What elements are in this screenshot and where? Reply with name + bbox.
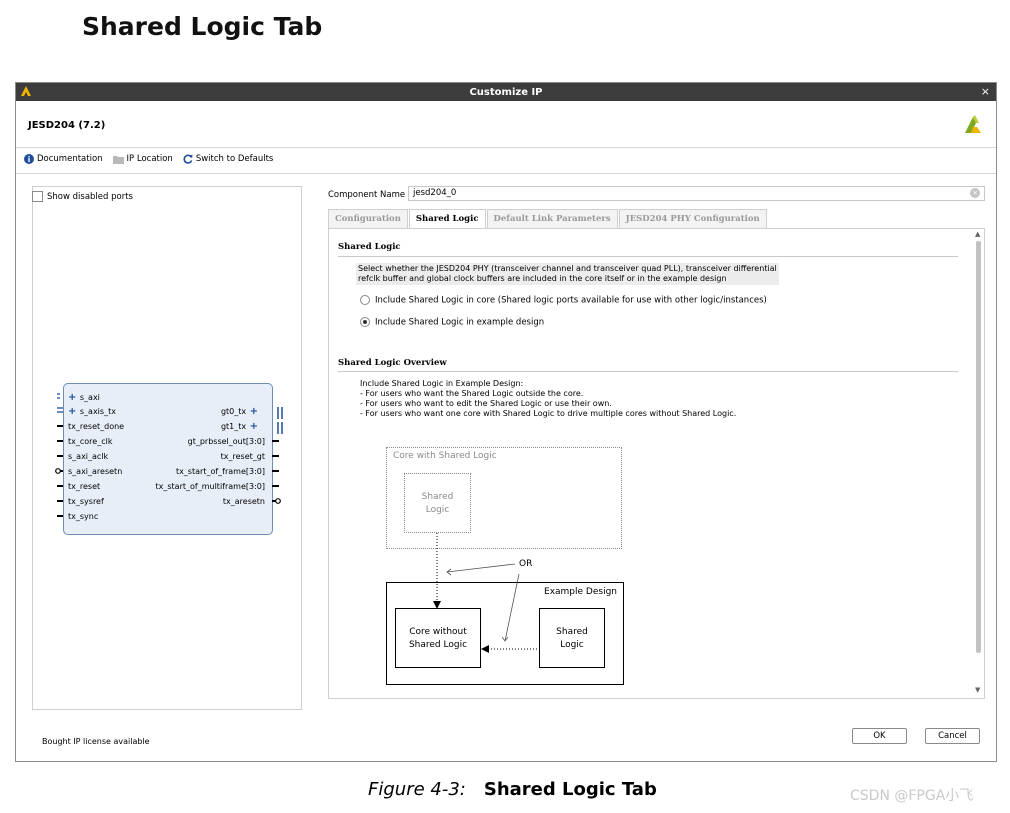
ip-name: JESD204 (7.2) <box>28 120 106 131</box>
shared-logic-content: Shared Logic Select whether the JESD204 … <box>328 228 985 699</box>
documentation-label: Documentation <box>37 154 103 164</box>
watermark: CSDN @FPGA小飞 <box>850 788 974 804</box>
divider <box>16 173 996 174</box>
switch-defaults-label: Switch to Defaults <box>195 154 274 164</box>
cancel-button[interactable]: Cancel <box>925 728 980 744</box>
documentation-link[interactable]: Documentation <box>24 154 103 164</box>
checkbox-box[interactable] <box>32 191 43 202</box>
diagram-arrows <box>433 533 537 653</box>
figure-caption-text: Shared Logic Tab <box>483 779 657 800</box>
info-icon <box>24 154 34 164</box>
ok-button[interactable]: OK <box>852 728 907 744</box>
scrollbar-thumb[interactable] <box>976 241 981 653</box>
port-stubs <box>55 393 283 517</box>
figure-label: Figure 4-3: <box>368 779 466 800</box>
title-bar: Customize IP × <box>16 83 996 101</box>
toolbar: Documentation IP Location Switch to Defa… <box>24 154 273 164</box>
close-icon[interactable]: × <box>981 85 990 98</box>
tab-default-link-parameters[interactable]: Default Link Parameters <box>486 209 618 230</box>
folder-icon <box>112 155 124 164</box>
divider <box>16 147 996 148</box>
vivado-brand-icon <box>962 113 984 139</box>
tab-bar: Configuration Shared Logic Default Link … <box>328 209 768 230</box>
window-title: Customize IP <box>469 86 543 98</box>
vivado-logo-icon <box>20 85 32 100</box>
tab-configuration[interactable]: Configuration <box>328 209 408 230</box>
show-disabled-ports-label: Show disabled ports <box>47 192 133 202</box>
license-status: Bought IP license available <box>42 737 150 746</box>
customize-ip-window: Customize IP × JESD204 (7.2) Documentati… <box>15 82 997 762</box>
tab-jesd204-phy-configuration[interactable]: JESD204 PHY Configuration <box>618 209 767 230</box>
page-heading: Shared Logic Tab <box>82 12 323 41</box>
show-disabled-ports-checkbox[interactable]: Show disabled ports <box>32 191 133 202</box>
refresh-icon <box>183 154 193 164</box>
clear-icon[interactable]: × <box>970 188 980 198</box>
component-name-input[interactable]: jesd204_0 <box>408 186 985 201</box>
component-name-label: Component Name <box>328 190 406 200</box>
ip-location-label: IP Location <box>126 154 173 164</box>
tab-shared-logic[interactable]: Shared Logic <box>408 209 486 230</box>
scrollbar[interactable]: ▲ ▼ <box>974 229 984 698</box>
figure-caption: Figure 4-3: Shared Logic Tab <box>368 779 657 800</box>
scroll-down-icon[interactable]: ▼ <box>975 686 980 694</box>
scroll-up-icon[interactable]: ▲ <box>975 230 980 238</box>
ip-location-link[interactable]: IP Location <box>112 154 173 164</box>
switch-defaults-link[interactable]: Switch to Defaults <box>183 154 274 164</box>
